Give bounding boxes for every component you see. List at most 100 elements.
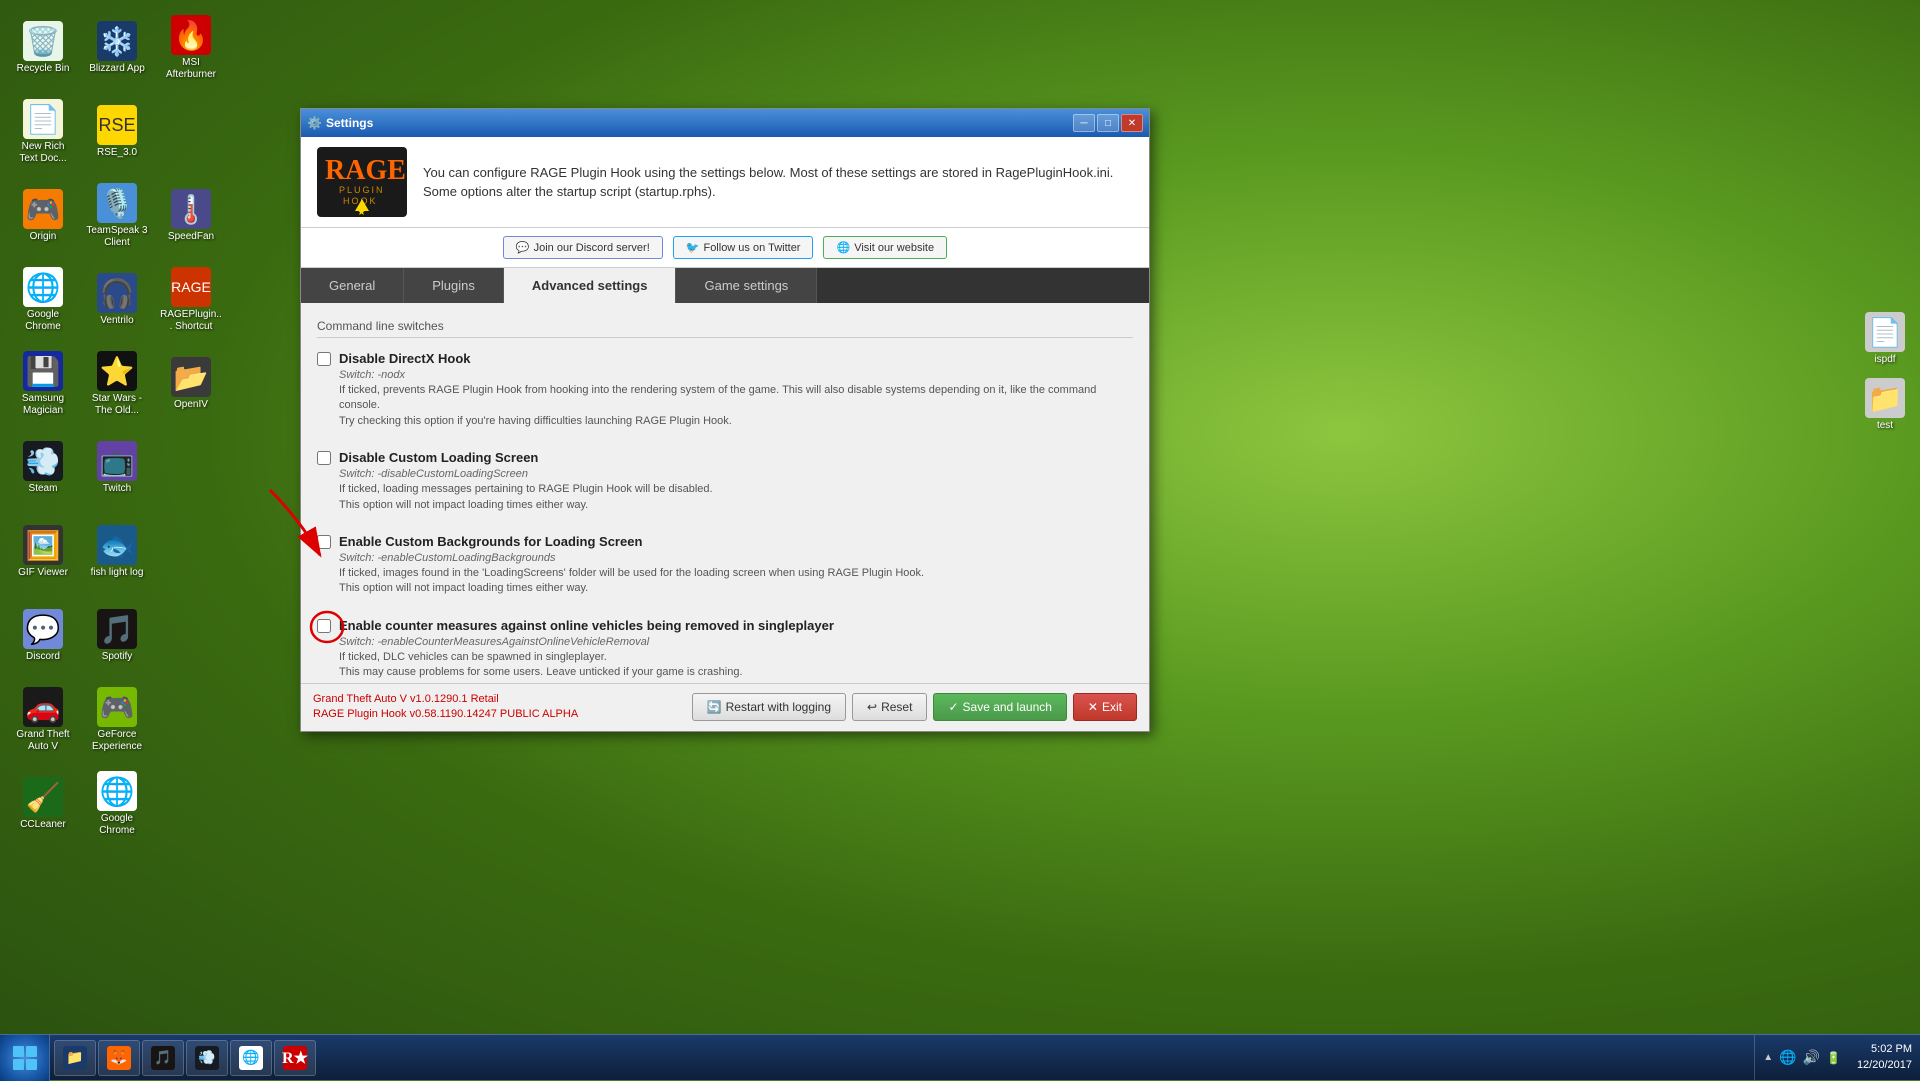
twitter-button[interactable]: 🐦 Follow us on Twitter <box>673 236 814 259</box>
desktop-icon-msi[interactable]: 🔥 MSI Afterburner <box>156 8 226 88</box>
taskbar-item-firefox[interactable]: 🦊 <box>98 1040 140 1076</box>
desktop-icon-starwars[interactable]: ⭐ Star Wars - The Old... <box>82 344 152 424</box>
desktop-icon-ispdf[interactable]: 📄 ispdf <box>1861 308 1909 370</box>
openlv-label: OpenIV <box>174 399 208 411</box>
exit-button[interactable]: ✕ Exit <box>1073 693 1137 721</box>
spotify-icon: 🎵 <box>97 609 137 649</box>
starwars-icon: ⭐ <box>97 351 137 391</box>
desktop-icon-twitch[interactable]: 📺 Twitch <box>82 428 152 508</box>
setting-disable-directx: Disable DirectX Hook Switch: -nodx If ti… <box>317 346 1133 433</box>
setting-backgrounds-content: Enable Custom Backgrounds for Loading Sc… <box>339 533 924 597</box>
tab-game[interactable]: Game settings <box>676 268 817 303</box>
desktop-icon-geforce[interactable]: 🎮 GeForce Experience <box>82 680 152 760</box>
maximize-button[interactable]: □ <box>1097 114 1119 132</box>
ventrilo-label: Ventrilo <box>100 315 133 327</box>
taskbar-item-chrome[interactable]: 🌐 <box>230 1040 272 1076</box>
desktop-icon-chrome[interactable]: 🌐 Google Chrome <box>8 260 78 340</box>
desktop-icon-textdoc[interactable]: 📄 New Rich Text Doc... <box>8 92 78 172</box>
desktop-icon-rse[interactable]: RSE RSE_3.0 <box>82 92 152 172</box>
tab-advanced[interactable]: Advanced settings <box>504 268 677 303</box>
twitch-label: Twitch <box>103 483 131 495</box>
start-button[interactable] <box>0 1035 50 1081</box>
desktop-icon-discord[interactable]: 💬 Discord <box>8 596 78 676</box>
setting-loading-name: Disable Custom Loading Screen <box>339 450 538 465</box>
tab-plugins[interactable]: Plugins <box>404 268 504 303</box>
desktop-icon-ventrilo[interactable]: 🎧 Ventrilo <box>82 260 152 340</box>
taskbar-clock[interactable]: 5:02 PM 12/20/2017 <box>1849 1042 1920 1073</box>
chrome2-label: Google Chrome <box>86 813 148 837</box>
teamspeak-icon: 🎙️ <box>97 183 137 223</box>
bottom-bar: Grand Theft Auto V v1.0.1290.1 Retail RA… <box>301 683 1149 731</box>
desktop-icon-rage[interactable]: RAGE RAGEPlugin... Shortcut <box>156 260 226 340</box>
bottom-buttons: 🔄 Restart with logging ↩ Reset ✓ Save an… <box>692 693 1137 721</box>
desktop-icon-ccleaner[interactable]: 🧹 CCLeaner <box>8 764 78 844</box>
taskbar-item-spotify[interactable]: 🎵 <box>142 1040 184 1076</box>
textdoc-label: New Rich Text Doc... <box>12 141 74 165</box>
website-btn-icon: 🌐 <box>836 241 850 254</box>
desktop-icon-gta[interactable]: 🚗 Grand Theft Auto V <box>8 680 78 760</box>
setting-directx-switch: Switch: -nodx <box>339 369 1133 381</box>
setting-loading-switch: Switch: -disableCustomLoadingScreen <box>339 468 713 480</box>
tray-arrow-icon[interactable]: ▲ <box>1763 1052 1773 1063</box>
desktop-icon-spotify[interactable]: 🎵 Spotify <box>82 596 152 676</box>
social-buttons-row: 💬 Join our Discord server! 🐦 Follow us o… <box>301 228 1149 268</box>
ccleaner-label: CCLeaner <box>20 819 66 831</box>
geforce-icon: 🎮 <box>97 687 137 727</box>
checkbox-disable-directx[interactable] <box>317 352 331 366</box>
volume-icon[interactable]: 🔊 <box>1803 1049 1820 1066</box>
gif-icon: 🖼️ <box>23 525 63 565</box>
network-icon: 🌐 <box>1779 1049 1796 1066</box>
setting-counter-measures: Enable counter measures against online v… <box>317 613 1133 683</box>
setting-backgrounds-name: Enable Custom Backgrounds for Loading Sc… <box>339 534 642 549</box>
twitter-btn-icon: 🐦 <box>686 241 700 254</box>
chrome-taskbar-icon: 🌐 <box>239 1046 263 1070</box>
desktop-icon-openlv[interactable]: 📂 OpenIV <box>156 344 226 424</box>
twitch-icon: 📺 <box>97 441 137 481</box>
desktop-icon-origin[interactable]: 🎮 Origin <box>8 176 78 256</box>
taskbar-item-explorer[interactable]: 📁 <box>54 1040 96 1076</box>
desktop-icon-speedfan[interactable]: 🌡️ SpeedFan <box>156 176 226 256</box>
tab-general[interactable]: General <box>301 268 404 303</box>
origin-label: Origin <box>30 231 57 243</box>
desktop-icon-test[interactable]: 📁 test <box>1861 374 1909 436</box>
window-title-text: Settings <box>326 116 373 130</box>
test-label: test <box>1877 420 1893 432</box>
desktop-icon-samsung[interactable]: 💾 Samsung Magician <box>8 344 78 424</box>
setting-row-directx: Disable DirectX Hook Switch: -nodx If ti… <box>317 350 1133 429</box>
minimize-button[interactable]: ─ <box>1073 114 1095 132</box>
save-label: Save and launch <box>963 700 1052 714</box>
checkbox-custom-backgrounds[interactable] <box>317 535 331 549</box>
svg-text:RAGE: RAGE <box>325 155 406 186</box>
desktop-icon-teamspeak[interactable]: 🎙️ TeamSpeak 3 Client <box>82 176 152 256</box>
checkbox-counter-measures[interactable] <box>317 619 331 633</box>
desktop-icon-blizzard[interactable]: ❄️ Blizzard App <box>82 8 152 88</box>
restart-logging-button[interactable]: 🔄 Restart with logging <box>692 693 846 721</box>
setting-counter-desc: If ticked, DLC vehicles can be spawned i… <box>339 650 834 681</box>
msi-icon: 🔥 <box>171 15 211 55</box>
close-button[interactable]: ✕ <box>1121 114 1143 132</box>
game-name: Grand Theft Auto V v1.0.1290.1 Retail <box>313 692 578 707</box>
desktop-icons-right: 📄 ispdf 📁 test <box>1850 0 1920 444</box>
desktop-icon-recycle[interactable]: 🗑️ Recycle Bin <box>8 8 78 88</box>
taskbar-item-steam[interactable]: 💨 <box>186 1040 228 1076</box>
discord-button[interactable]: 💬 Join our Discord server! <box>503 236 663 259</box>
desktop-icon-fish[interactable]: 🐟 fish light log <box>82 512 152 592</box>
spotify-label: Spotify <box>102 651 133 663</box>
speedfan-label: SpeedFan <box>168 231 214 243</box>
checkbox-disable-loading[interactable] <box>317 451 331 465</box>
scrollable-content[interactable]: Command line switches Disable DirectX Ho… <box>301 303 1149 683</box>
restart-label: Restart with logging <box>726 700 831 714</box>
taskbar: 📁 🦊 🎵 💨 🌐 R★ ▲ 🌐 🔊 🔋 5:02 PM 12/20/2017 <box>0 1034 1920 1080</box>
setting-row-backgrounds: Enable Custom Backgrounds for Loading Sc… <box>317 533 1133 597</box>
blizzard-icon: ❄️ <box>97 21 137 61</box>
rockstar-taskbar-icon: R★ <box>283 1046 307 1070</box>
reset-button[interactable]: ↩ Reset <box>852 693 927 721</box>
save-launch-button[interactable]: ✓ Save and launch <box>933 693 1066 721</box>
website-button[interactable]: 🌐 Visit our website <box>823 236 947 259</box>
desktop-icon-steam[interactable]: 💨 Steam <box>8 428 78 508</box>
windows-logo-icon <box>11 1044 39 1072</box>
desktop-icon-chrome2[interactable]: 🌐 Google Chrome <box>82 764 152 844</box>
desktop-icon-gif[interactable]: 🖼️ GIF Viewer <box>8 512 78 592</box>
taskbar-item-rockstar[interactable]: R★ <box>274 1040 316 1076</box>
chrome-icon: 🌐 <box>23 267 63 307</box>
